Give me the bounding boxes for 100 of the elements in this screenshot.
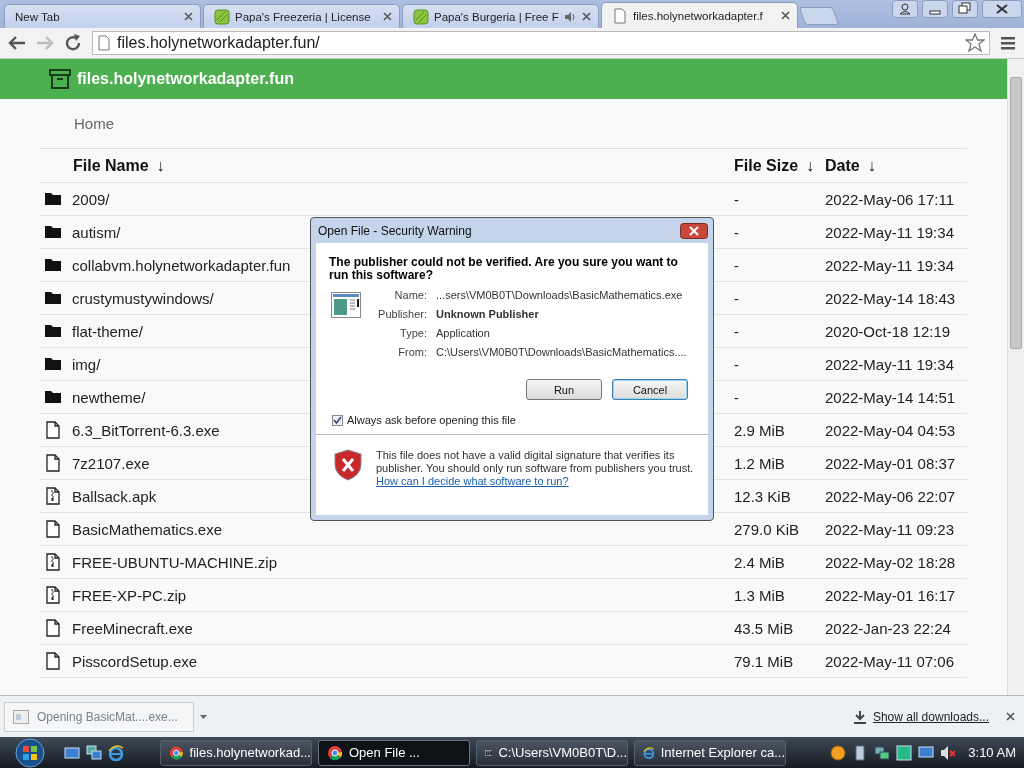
browser-tab[interactable]: files.holynetworkadapter.f — [601, 2, 798, 28]
close-icon[interactable] — [581, 11, 592, 22]
file-icon — [44, 520, 62, 538]
file-date: 2022-Jan-23 22:24 — [825, 619, 952, 637]
file-size: 79.1 MiB — [734, 652, 795, 670]
game-icon — [214, 8, 230, 25]
help-link[interactable]: How can I decide what software to run? — [376, 475, 569, 488]
dialog-button[interactable]: Cancel — [612, 379, 688, 400]
browser-tab[interactable]: Papa's Freezeria | License — [203, 4, 400, 28]
file-link[interactable]: img/ — [72, 355, 101, 373]
folder-icon — [44, 289, 62, 307]
caret-icon[interactable] — [200, 714, 207, 719]
taskbar-button[interactable]: Open File ... — [318, 739, 470, 766]
close-icon[interactable] — [382, 11, 393, 22]
field-value: Application — [436, 327, 491, 340]
download-item[interactable]: Opening BasicMat....exe... — [4, 701, 194, 732]
warning-heading: The publisher could not be verified. Are you sure you want to run this software? — [329, 256, 679, 282]
file-link[interactable]: BasicMathematics.exe — [72, 520, 223, 538]
file-date: 2022-May-06 22:07 — [825, 487, 957, 505]
scrollbar-thumb[interactable] — [1010, 77, 1022, 349]
browser-tab[interactable]: New Tab — [4, 4, 201, 28]
close-icon[interactable] — [1005, 711, 1016, 722]
column-header[interactable]: File Size ↓ — [734, 156, 825, 175]
address-bar[interactable]: files.holynetworkadapter.fun/ — [92, 31, 990, 55]
folder-icon — [44, 388, 62, 406]
restore-icon[interactable] — [952, 0, 978, 18]
taskbar-button[interactable]: C:\Users\VM0B0T\D... — [476, 739, 628, 766]
dialog-title: Open File - Security Warning — [318, 223, 472, 238]
file-size: - — [734, 223, 740, 241]
column-header[interactable]: File Name ↓ — [40, 156, 734, 175]
file-link[interactable]: FREE-UBUNTU-MACHINE.zip — [72, 553, 277, 571]
close-icon[interactable] — [982, 0, 1022, 18]
file-link[interactable]: Ballsack.apk — [72, 487, 157, 505]
show-all-downloads-link[interactable]: Show all downloads... — [852, 709, 989, 724]
shield-icon — [334, 449, 362, 481]
browser-icon[interactable] — [108, 744, 124, 761]
field-label: Type: — [399, 327, 427, 340]
file-size: 1.3 MiB — [734, 586, 786, 604]
user-icon[interactable] — [892, 0, 918, 18]
zip-file-icon — [44, 553, 62, 571]
file-date: 2022-May-02 18:28 — [825, 553, 957, 571]
file-link[interactable]: flat-theme/ — [72, 322, 143, 340]
file-size: 1.2 MiB — [734, 454, 786, 472]
file-date: 2022-May-06 17:11 — [825, 190, 955, 208]
taskbar-button[interactable]: Internet Explorer ca... — [634, 739, 786, 766]
menu-icon[interactable] — [1000, 35, 1016, 51]
file-date: 2022-May-01 16:17 — [825, 586, 957, 604]
application-icon — [331, 292, 361, 318]
desktop-icon[interactable] — [64, 744, 80, 761]
star-icon[interactable] — [965, 33, 985, 53]
page-icon — [612, 7, 628, 24]
folder-icon — [44, 223, 62, 241]
download-icon — [852, 709, 867, 724]
file-size: - — [734, 256, 740, 274]
folder-icon — [44, 190, 62, 208]
file-link[interactable]: newtheme/ — [72, 388, 146, 406]
reload-icon[interactable] — [64, 34, 82, 52]
file-link[interactable]: PisscordSetup.exe — [72, 652, 198, 670]
checkbox[interactable] — [332, 414, 343, 426]
file-size: 2.4 MiB — [734, 553, 786, 571]
back-icon[interactable] — [8, 35, 26, 51]
field-value: ...sers\VM0B0T\Downloads\BasicMathematics.exe — [436, 289, 684, 302]
file-size: 12.3 KiB — [734, 487, 792, 505]
column-header[interactable]: Date ↓ — [825, 156, 967, 175]
file-link[interactable]: autism/ — [72, 223, 121, 241]
taskbar-button[interactable]: files.holynetworkad... — [160, 739, 312, 766]
archive-icon — [49, 68, 71, 90]
file-date: 2022-May-11 19:34 — [825, 223, 955, 241]
zip-file-icon — [44, 586, 62, 604]
dialog-button[interactable]: Run — [526, 379, 602, 400]
file-link[interactable]: crustymustywindows/ — [72, 289, 214, 307]
coin-icon[interactable] — [830, 744, 847, 761]
file-icon — [44, 619, 62, 637]
checkmark-icon — [333, 415, 342, 425]
breadcrumb-link[interactable]: Home — [40, 99, 114, 148]
scrollbar[interactable] — [1007, 59, 1024, 695]
field-value: C:\Users\VM0B0T\Downloads\BasicMathematics.... — [436, 346, 687, 359]
file-link[interactable]: FREE-XP-PC.zip — [72, 586, 187, 604]
muted-speaker-icon[interactable] — [940, 744, 957, 761]
file-link[interactable]: 2009/ — [72, 190, 110, 208]
monitor-icon[interactable] — [918, 744, 935, 761]
zip-file-icon — [44, 487, 62, 505]
file-size: - — [734, 355, 740, 373]
file-link[interactable]: collabvm.holynetworkadapter.fun — [72, 256, 291, 274]
file-date: 2022-May-04 04:53 — [825, 421, 957, 439]
file-link[interactable]: 6.3_BitTorrent-6.3.exe — [72, 421, 220, 439]
file-link[interactable]: 7z2107.exe — [72, 454, 150, 472]
clock[interactable]: 3:10 AM — [968, 745, 1016, 760]
checkbox-label[interactable]: Always ask before opening this file — [347, 414, 516, 426]
file-date: 2022-May-01 08:37 — [825, 454, 957, 472]
close-icon[interactable] — [780, 10, 791, 21]
file-date: 2020-Oct-18 12:19 — [825, 322, 952, 340]
browser-tab[interactable]: Papa's Burgeria | Free F — [402, 4, 599, 28]
folder-icon — [44, 322, 62, 340]
file-link[interactable]: FreeMinecraft.exe — [72, 619, 193, 637]
close-icon[interactable] — [183, 11, 194, 22]
file-date: 2022-May-11 19:34 — [825, 256, 955, 274]
close-button[interactable] — [680, 222, 708, 239]
windows-icon[interactable] — [86, 744, 102, 761]
folder-icon — [44, 355, 62, 373]
